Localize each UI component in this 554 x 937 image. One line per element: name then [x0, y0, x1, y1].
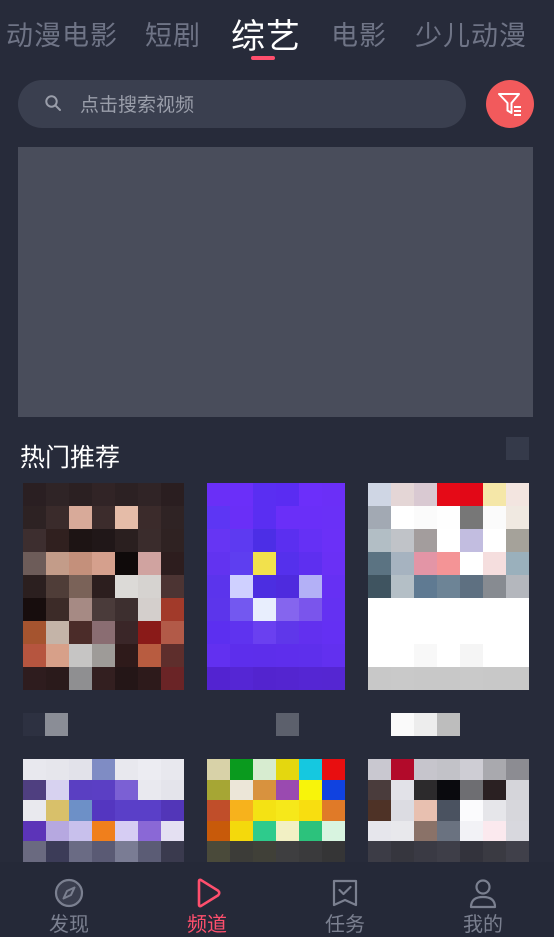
search-icon — [45, 95, 61, 111]
nav-item-discover[interactable]: 发现 — [0, 862, 138, 937]
task-icon — [332, 879, 358, 907]
bottom-navigation: 发现 频道 任务 我的 — [0, 862, 554, 937]
banner-carousel[interactable] — [18, 147, 533, 417]
search-input[interactable] — [78, 89, 442, 121]
active-tab-indicator — [251, 56, 275, 60]
video-card[interactable] — [23, 483, 184, 690]
video-title-placeholder — [23, 713, 68, 736]
play-icon — [197, 878, 221, 908]
category-tabs: 动漫电影 短剧 综艺 电影 少儿动漫 — [0, 0, 554, 62]
search-bar[interactable] — [18, 80, 466, 128]
video-title-placeholder — [391, 713, 460, 736]
video-thumbnail — [23, 483, 184, 690]
video-card[interactable] — [368, 483, 529, 690]
nav-label-channel: 频道 — [187, 912, 227, 936]
section-title: 热门推荐 — [20, 443, 121, 472]
filter-button[interactable] — [486, 80, 534, 128]
nav-item-profile[interactable]: 我的 — [414, 862, 552, 937]
nav-item-channel[interactable]: 频道 — [138, 862, 276, 937]
video-thumbnail — [207, 483, 345, 690]
tab-variety[interactable]: 综艺 — [231, 9, 301, 58]
video-card[interactable] — [207, 483, 345, 690]
section-more-button[interactable] — [506, 437, 529, 460]
video-thumbnail — [368, 483, 529, 690]
nav-label-tasks: 任务 — [325, 912, 365, 936]
tab-movies[interactable]: 电影 — [331, 14, 387, 53]
tab-short-drama[interactable]: 短剧 — [145, 14, 201, 53]
nav-label-profile: 我的 — [463, 912, 503, 936]
user-icon — [469, 879, 497, 909]
video-card[interactable] — [23, 759, 184, 862]
filter-icon — [498, 93, 521, 116]
video-card[interactable] — [368, 759, 529, 862]
nav-label-discover: 发现 — [49, 912, 89, 936]
tab-kids-anime[interactable]: 少儿动漫 — [415, 14, 527, 53]
video-thumbnail — [368, 759, 529, 862]
compass-icon — [54, 878, 84, 908]
tab-anime-movies[interactable]: 动漫电影 — [6, 14, 118, 53]
nav-item-tasks[interactable]: 任务 — [276, 862, 414, 937]
video-title-placeholder — [276, 713, 299, 736]
video-thumbnail — [23, 759, 184, 862]
video-thumbnail — [207, 759, 345, 862]
video-card[interactable] — [207, 759, 345, 862]
